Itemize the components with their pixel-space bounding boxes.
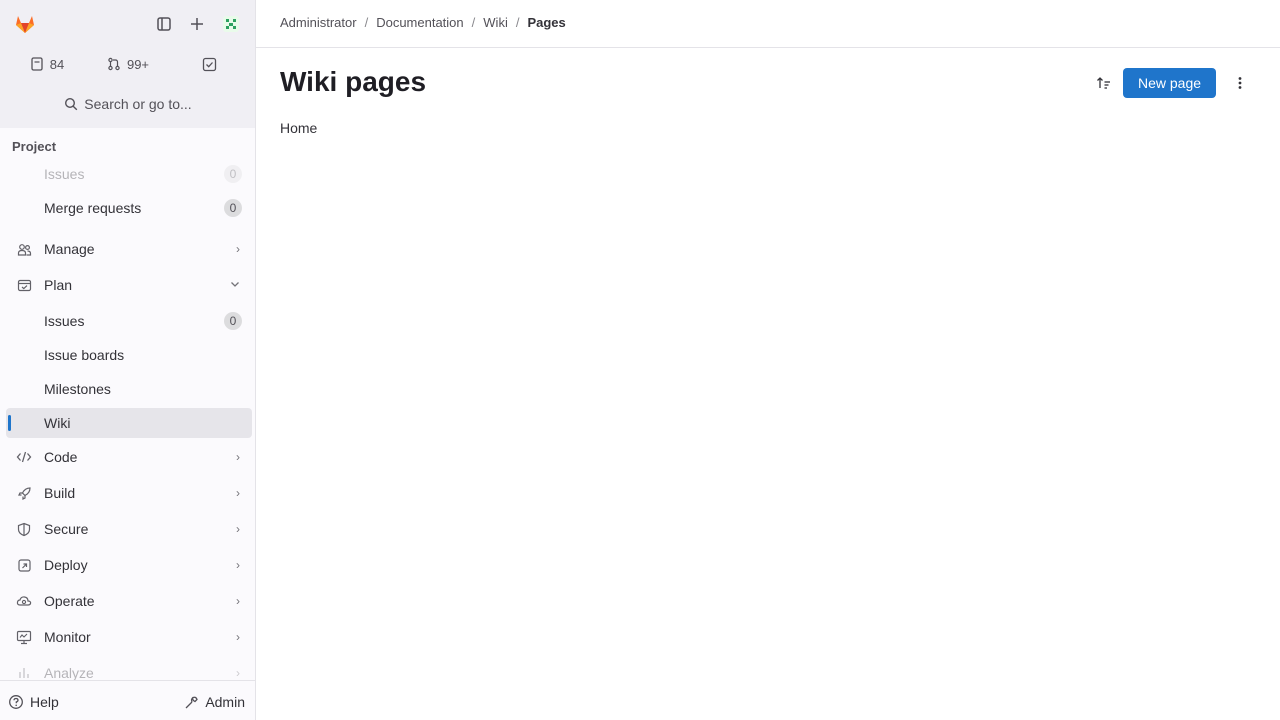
chart-icon bbox=[16, 665, 32, 681]
merge-requests-counter[interactable]: 99+ bbox=[88, 49, 168, 79]
chevron-right-icon: › bbox=[236, 486, 240, 500]
help-button[interactable]: Help bbox=[8, 689, 59, 715]
sidebar-item-merge-requests[interactable]: Merge requests 0 bbox=[6, 193, 252, 223]
breadcrumb-item-current[interactable]: Pages bbox=[527, 15, 565, 30]
page-title: Wiki pages bbox=[280, 66, 427, 97]
issues-icon bbox=[31, 57, 43, 71]
breadcrumb-item-namespace[interactable]: Administrator bbox=[280, 15, 357, 30]
sidebar-item-code[interactable]: Code › bbox=[6, 442, 252, 472]
sidebar-footer: Help Admin bbox=[0, 680, 255, 720]
gitlab-logo-icon[interactable] bbox=[8, 8, 42, 40]
help-label: Help bbox=[30, 694, 59, 710]
toggle-sidebar-icon[interactable] bbox=[148, 8, 180, 40]
chevron-right-icon: › bbox=[236, 522, 240, 536]
breadcrumb: Administrator / Documentation / Wiki / P… bbox=[280, 15, 566, 30]
sidebar-item-label: Issue boards bbox=[44, 347, 125, 363]
search-icon bbox=[65, 97, 78, 111]
admin-label: Admin bbox=[205, 694, 245, 710]
sidebar-item-label: Milestones bbox=[44, 381, 111, 397]
sidebar-header: 84 99+ Search or go to... bbox=[0, 0, 255, 128]
wiki-page-link-home[interactable]: Home bbox=[280, 120, 317, 136]
rocket-icon bbox=[16, 485, 32, 501]
sidebar-item-manage[interactable]: Manage › bbox=[6, 234, 252, 264]
sort-button[interactable] bbox=[1088, 68, 1120, 98]
shield-icon bbox=[16, 521, 32, 537]
issues-count: 84 bbox=[49, 56, 65, 72]
avatar[interactable] bbox=[215, 8, 247, 40]
sidebar-item-label: Operate bbox=[44, 593, 95, 609]
sort-ascending-icon bbox=[1097, 77, 1110, 89]
breadcrumb-item-wiki[interactable]: Wiki bbox=[483, 15, 508, 30]
sidebar-item-label: Secure bbox=[44, 521, 89, 537]
chevron-right-icon: › bbox=[236, 594, 240, 608]
plus-icon[interactable] bbox=[181, 8, 213, 40]
chevron-right-icon: › bbox=[236, 242, 240, 256]
sidebar-item-operate[interactable]: Operate › bbox=[6, 586, 252, 616]
sidebar-item-wiki[interactable]: Wiki bbox=[6, 408, 252, 438]
new-page-button[interactable]: New page bbox=[1123, 68, 1216, 98]
sidebar-item-issue-boards[interactable]: Issue boards bbox=[6, 340, 252, 370]
sidebar-item-label: Issues bbox=[44, 313, 85, 329]
sidebar-item-label: Build bbox=[44, 485, 76, 501]
breadcrumb-item-project[interactable]: Documentation bbox=[376, 15, 463, 30]
breadcrumb-separator: / bbox=[515, 15, 520, 30]
sidebar-item-monitor[interactable]: Monitor › bbox=[6, 622, 252, 652]
deploy-icon bbox=[16, 557, 32, 573]
breadcrumb-separator: / bbox=[364, 15, 369, 30]
monitor-icon bbox=[16, 629, 32, 645]
help-icon bbox=[9, 695, 23, 709]
chevron-down-icon bbox=[230, 278, 240, 292]
sidebar-section-title: Project bbox=[12, 139, 57, 154]
wrench-icon bbox=[185, 696, 199, 708]
merge-requests-badge: 0 bbox=[224, 199, 242, 217]
ellipsis-vertical-icon bbox=[1238, 77, 1242, 89]
chevron-right-icon: › bbox=[236, 450, 240, 464]
sidebar-item-secure[interactable]: Secure › bbox=[6, 514, 252, 544]
assigned-issues-counter[interactable]: 84 bbox=[8, 49, 86, 79]
sidebar-item-label: Analyze bbox=[44, 665, 94, 681]
breadcrumb-separator: / bbox=[471, 15, 476, 30]
sidebar-item-deploy[interactable]: Deploy › bbox=[6, 550, 252, 580]
code-icon bbox=[16, 449, 32, 465]
chevron-right-icon: › bbox=[236, 666, 240, 680]
sidebar-item-milestones[interactable]: Milestones bbox=[6, 374, 252, 404]
sidebar-item-plan[interactable]: Plan bbox=[6, 270, 252, 300]
sidebar-item-label: Wiki bbox=[44, 415, 71, 431]
search-button[interactable]: Search or go to... bbox=[8, 88, 248, 120]
sidebar-item-label: Manage bbox=[44, 241, 95, 257]
sidebar-item-label: Code bbox=[44, 449, 78, 465]
sidebar-item-label: Issues bbox=[44, 166, 85, 182]
merge-request-icon bbox=[108, 57, 120, 71]
more-actions-button[interactable] bbox=[1224, 68, 1256, 98]
plan-icon bbox=[16, 277, 32, 293]
sidebar-item-issues-top[interactable]: Issues 0 bbox=[6, 159, 252, 189]
admin-button[interactable]: Admin bbox=[184, 689, 245, 715]
chevron-right-icon: › bbox=[236, 558, 240, 572]
sidebar-item-label: Deploy bbox=[44, 557, 88, 573]
top-bar: Administrator / Documentation / Wiki / P… bbox=[256, 0, 1280, 48]
sidebar: 84 99+ Search or go to... Project Issues… bbox=[0, 0, 256, 720]
cloud-gear-icon bbox=[16, 593, 32, 609]
merge-requests-count: 99+ bbox=[126, 56, 150, 72]
sidebar-item-label: Merge requests bbox=[44, 200, 142, 216]
plan-issues-badge: 0 bbox=[224, 312, 242, 330]
todo-checkbox-icon bbox=[202, 57, 216, 71]
sidebar-item-plan-issues[interactable]: Issues 0 bbox=[6, 306, 252, 336]
issues-badge: 0 bbox=[224, 165, 242, 183]
search-label: Search or go to... bbox=[84, 96, 192, 112]
active-indicator bbox=[8, 415, 11, 431]
sidebar-item-label: Plan bbox=[44, 277, 73, 293]
todos-button[interactable] bbox=[170, 49, 248, 79]
sidebar-item-build[interactable]: Build › bbox=[6, 478, 252, 508]
users-icon bbox=[16, 241, 32, 257]
chevron-right-icon: › bbox=[236, 630, 240, 644]
sidebar-item-label: Monitor bbox=[44, 629, 91, 645]
